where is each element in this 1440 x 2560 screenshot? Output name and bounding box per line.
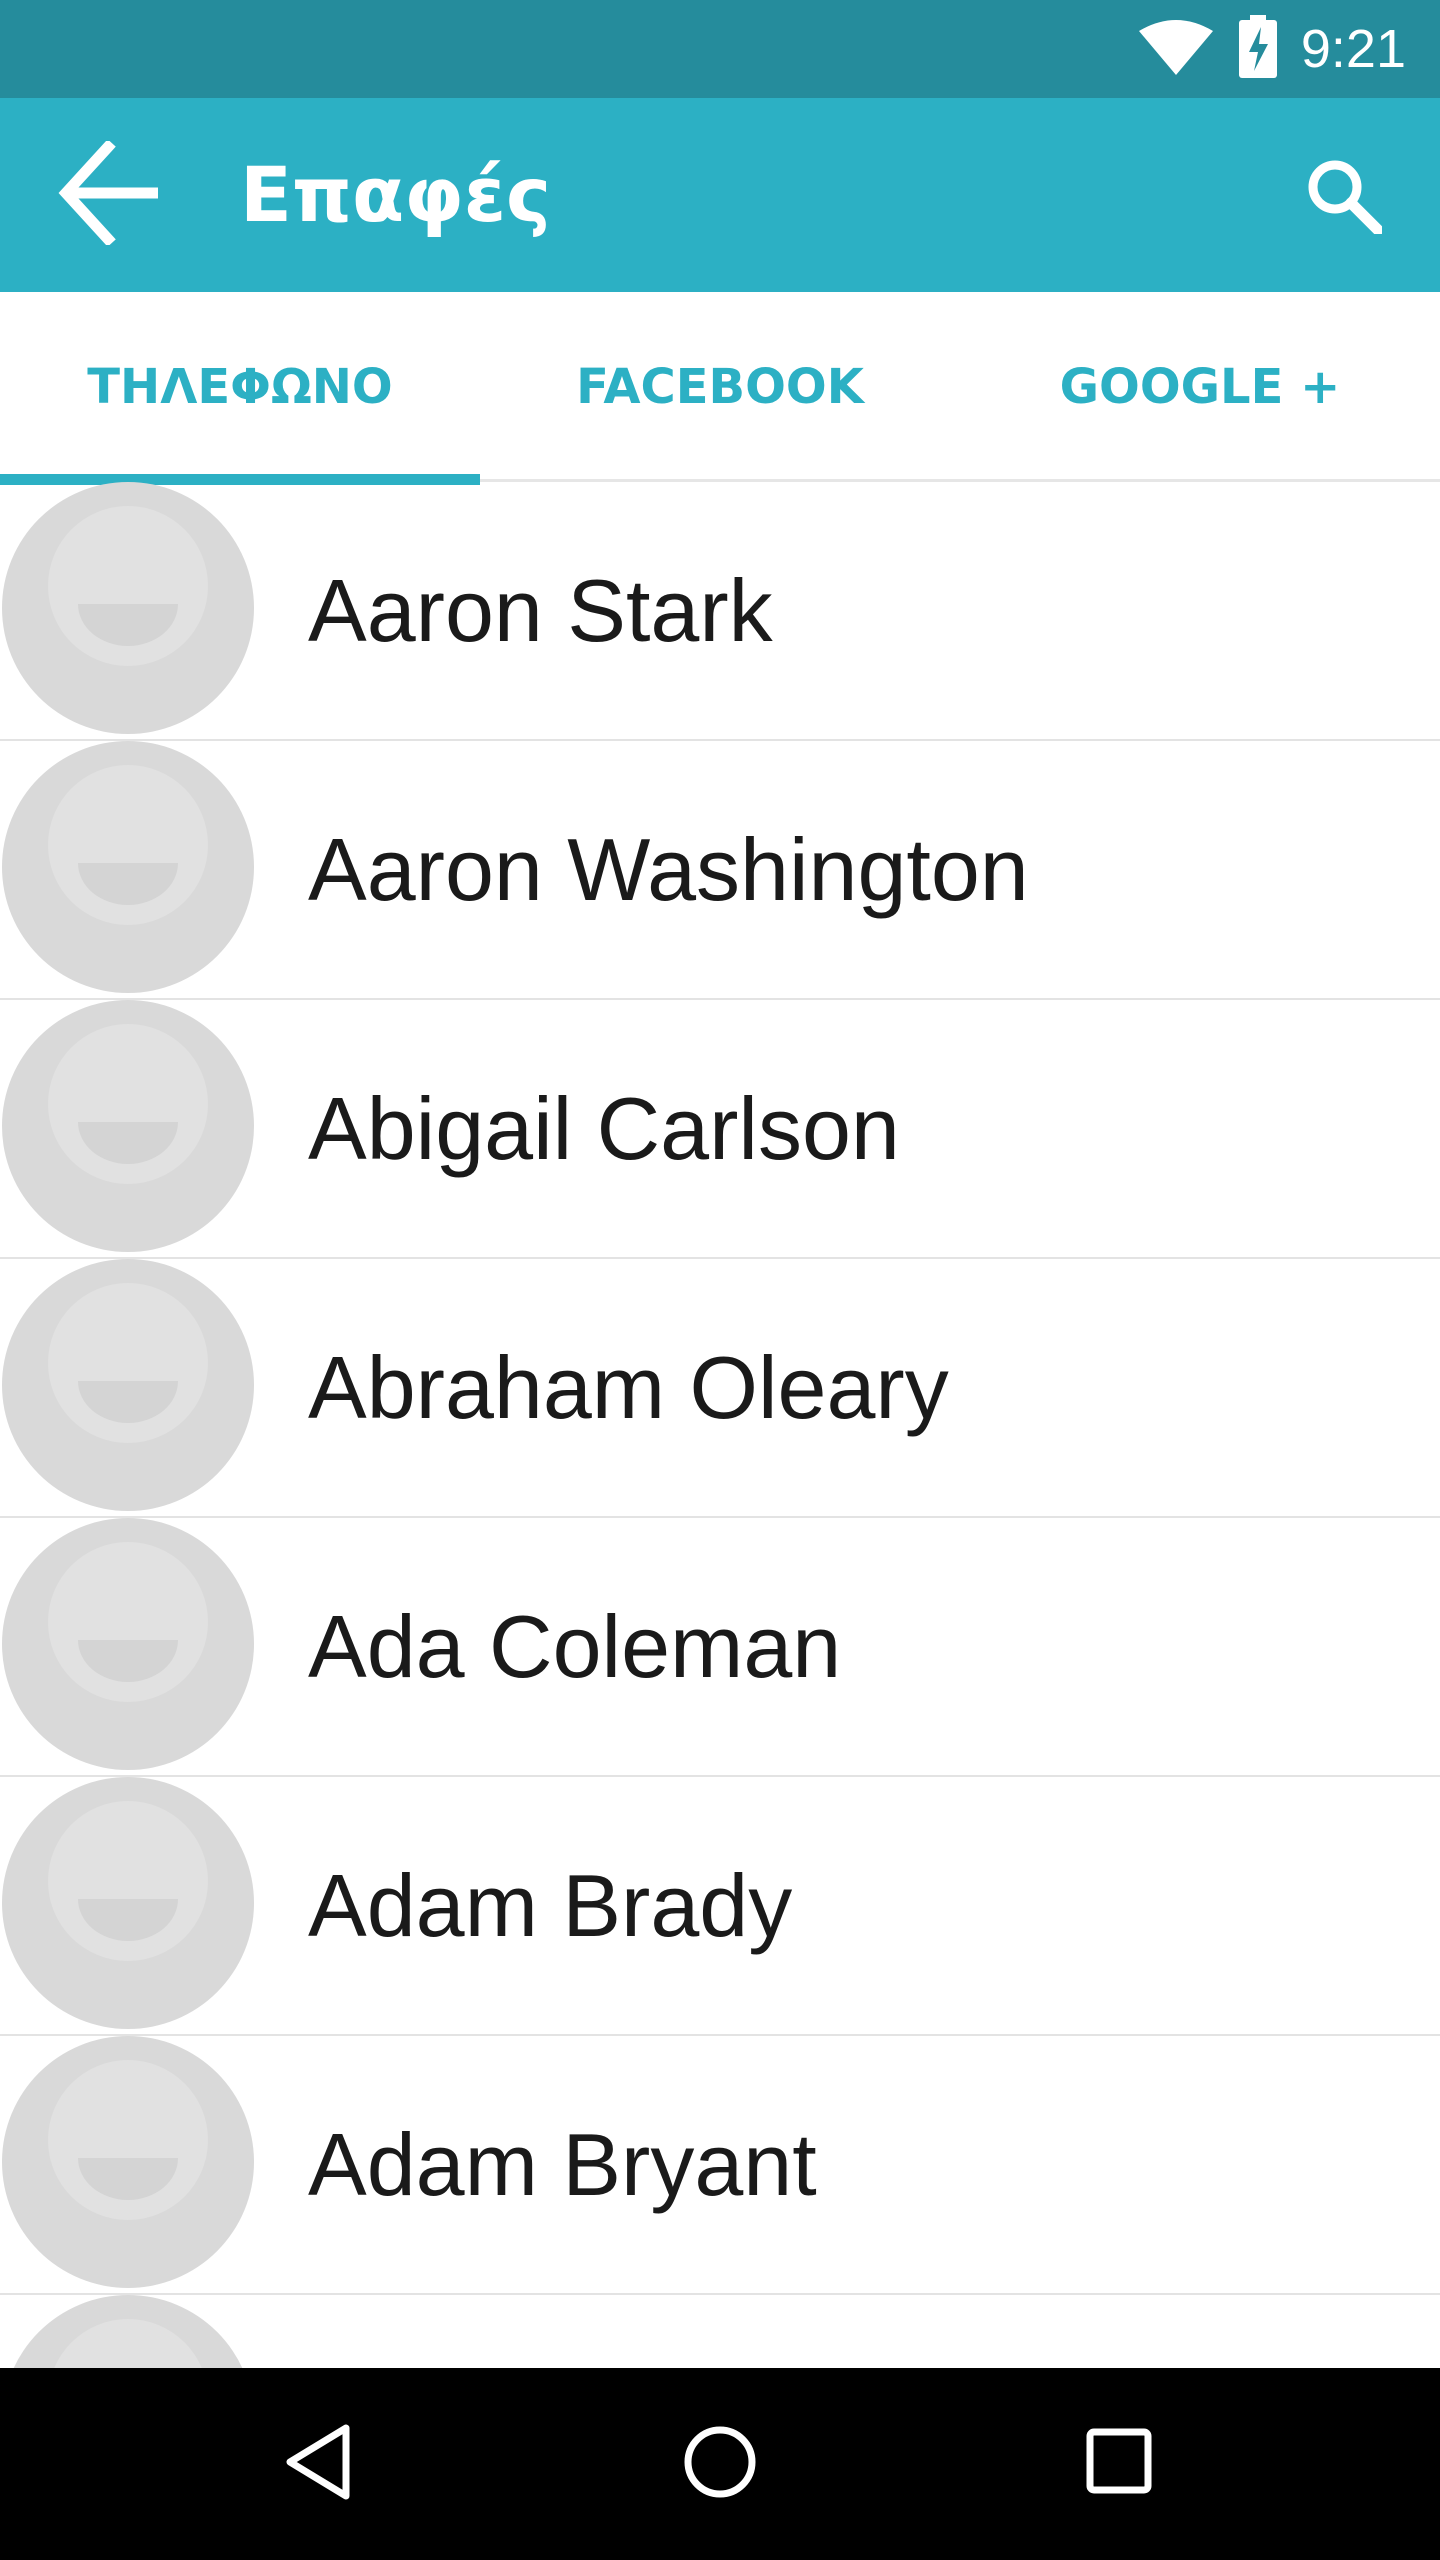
battery-charging-icon — [1237, 14, 1279, 84]
tab-label: ΤΗΛΕΦΩΝΟ — [87, 359, 393, 415]
tab-label: GOOGLE + — [1059, 359, 1341, 415]
avatar-placeholder-icon — [2, 2295, 254, 2368]
avatar-placeholder-icon — [2, 1518, 254, 1770]
status-bar: 9:21 — [0, 0, 1440, 98]
wifi-icon — [1137, 17, 1215, 82]
contact-row[interactable]: Abraham Oleary — [0, 1259, 1440, 1518]
avatar-placeholder-icon — [2, 1000, 254, 1252]
status-icons: 9:21 — [1137, 0, 1406, 98]
tab-phone[interactable]: ΤΗΛΕΦΩΝΟ — [0, 292, 480, 485]
contact-name: Aaron Washington — [308, 820, 1029, 919]
nav-home-button[interactable] — [660, 2404, 780, 2524]
contact-row[interactable]: Adam Brady — [0, 1777, 1440, 2036]
avatar-placeholder-icon — [2, 2036, 254, 2288]
nav-back-icon — [280, 2422, 360, 2507]
contact-name: Abraham Oleary — [308, 1338, 949, 1437]
avatar-placeholder-icon — [2, 1777, 254, 2029]
search-icon — [1306, 158, 1384, 239]
contact-row[interactable] — [0, 2295, 1440, 2368]
contact-name: Aaron Stark — [308, 561, 773, 660]
back-arrow-icon — [58, 138, 162, 250]
contact-list[interactable]: Aaron Stark Aaron Washington Abigail Car… — [0, 482, 1440, 2368]
status-time: 9:21 — [1300, 19, 1406, 79]
avatar-placeholder-icon — [2, 1259, 254, 1511]
back-button[interactable] — [50, 138, 170, 252]
navigation-bar — [0, 2368, 1440, 2560]
contact-row[interactable]: Aaron Washington — [0, 741, 1440, 1000]
contact-row[interactable]: Aaron Stark — [0, 482, 1440, 741]
app-bar: Επαφές — [0, 98, 1440, 292]
page-title: Επαφές — [240, 150, 552, 239]
nav-home-icon — [680, 2422, 760, 2507]
contact-name: Adam Bryant — [308, 2115, 817, 2214]
nav-back-button[interactable] — [260, 2404, 380, 2524]
contact-name: Ada Coleman — [308, 1597, 842, 1696]
contact-row[interactable]: Abigail Carlson — [0, 1000, 1440, 1259]
search-button[interactable] — [1294, 148, 1394, 248]
tab-label: FACEBOOK — [576, 359, 864, 415]
nav-recents-button[interactable] — [1060, 2404, 1180, 2524]
nav-recents-icon — [1080, 2422, 1160, 2507]
tab-bar: ΤΗΛΕΦΩΝΟ FACEBOOK GOOGLE + — [0, 292, 1440, 485]
avatar-placeholder-icon — [2, 741, 254, 993]
tab-google-plus[interactable]: GOOGLE + — [960, 292, 1440, 482]
contact-row[interactable]: Adam Bryant — [0, 2036, 1440, 2295]
tab-facebook[interactable]: FACEBOOK — [480, 292, 960, 482]
avatar-placeholder-icon — [2, 482, 254, 734]
contact-name: Abigail Carlson — [308, 1079, 900, 1178]
contact-name: Adam Brady — [308, 1856, 793, 1955]
contact-row[interactable]: Ada Coleman — [0, 1518, 1440, 1777]
